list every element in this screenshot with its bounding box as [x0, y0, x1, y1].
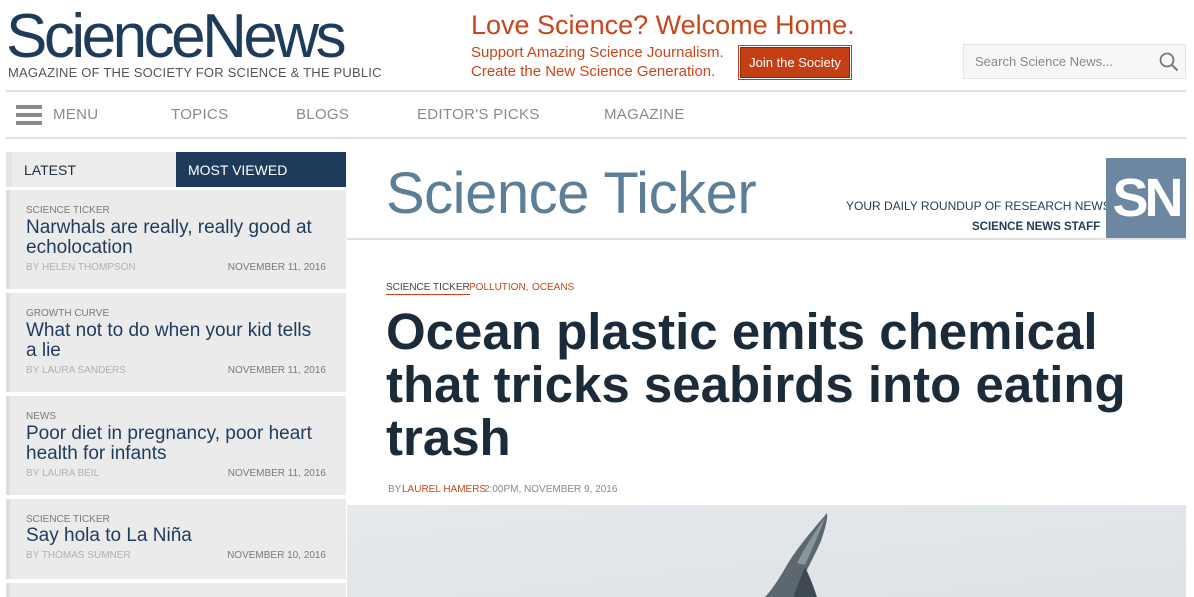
card-accent — [6, 583, 10, 597]
list-item[interactable] — [6, 583, 346, 597]
card-headline[interactable]: Say hola to La Niña — [26, 526, 326, 546]
section-staff-link[interactable]: SCIENCE NEWS STAFF — [972, 221, 1100, 233]
card-accent — [6, 190, 10, 289]
list-item[interactable]: NEWS Poor diet in pregnancy, poor heart … — [6, 396, 346, 495]
site-logo[interactable]: ScienceNews — [6, 4, 347, 70]
section-title[interactable]: Science Ticker — [386, 160, 757, 227]
header-divider — [6, 90, 1186, 92]
card-headline[interactable]: Narwhals are really, really good at echo… — [26, 218, 326, 258]
card-accent — [6, 396, 10, 495]
article-timestamp: 2:00PM, NOVEMBER 9, 2016 — [484, 484, 618, 495]
hamburger-menu-icon[interactable] — [16, 105, 42, 125]
list-item[interactable]: GROWTH CURVE What not to do when your ki… — [6, 293, 346, 392]
nav-divider — [6, 137, 1186, 139]
nav-magazine[interactable]: MAGAZINE — [604, 106, 685, 123]
tab-latest[interactable]: LATEST — [6, 152, 176, 187]
tag-pollution[interactable]: POLLUTION, — [469, 282, 528, 293]
card-headline[interactable]: Poor diet in pregnancy, poor heart healt… — [26, 424, 326, 464]
search-placeholder: Search Science News... — [975, 54, 1114, 69]
card-date: NOVEMBER 10, 2016 — [227, 550, 326, 561]
card-accent — [6, 293, 10, 392]
card-byline[interactable]: BY LAURA SANDERS — [26, 365, 126, 376]
author-link[interactable]: LAUREL HAMERS — [402, 484, 486, 495]
sn-logo-badge: SN — [1106, 158, 1186, 238]
nav-menu[interactable]: MENU — [53, 106, 98, 123]
seabird-wing-graphic — [347, 505, 1186, 597]
join-society-button[interactable]: Join the Society — [738, 45, 852, 80]
list-item[interactable]: SCIENCE TICKER Narwhals are really, real… — [6, 190, 346, 289]
card-kicker[interactable]: GROWTH CURVE — [26, 308, 109, 319]
section-divider — [347, 238, 1186, 240]
search-icon[interactable] — [1159, 52, 1179, 72]
card-headline[interactable]: What not to do when your kid tells a lie — [26, 321, 326, 361]
card-byline[interactable]: BY HELEN THOMPSON — [26, 262, 136, 273]
tab-most-viewed[interactable]: MOST VIEWED — [176, 152, 346, 187]
card-kicker[interactable]: NEWS — [26, 411, 56, 422]
nav-editors-picks[interactable]: EDITOR'S PICKS — [417, 106, 540, 123]
tag-science-ticker[interactable]: SCIENCE TICKER — [386, 282, 470, 295]
nav-topics[interactable]: TOPICS — [171, 106, 228, 123]
hero-image — [347, 505, 1186, 597]
section-tagline: YOUR DAILY ROUNDUP OF RESEARCH NEWS — [846, 199, 1111, 213]
card-date: NOVEMBER 11, 2016 — [227, 365, 326, 376]
promo-line-1: Support Amazing Science Journalism. — [471, 44, 724, 61]
card-date: NOVEMBER 11, 2016 — [227, 468, 326, 479]
promo-title[interactable]: Love Science? Welcome Home. — [471, 10, 855, 41]
card-kicker[interactable]: SCIENCE TICKER — [26, 205, 110, 216]
byline-prefix: BY — [388, 484, 402, 495]
card-byline[interactable]: BY THOMAS SUMNER — [26, 550, 131, 561]
card-byline[interactable]: BY LAURA BEIL — [26, 468, 99, 479]
promo-line-2: Create the New Science Generation. — [471, 63, 716, 80]
card-accent — [6, 499, 10, 579]
article-title: Ocean plastic emits chemical that tricks… — [386, 303, 1126, 466]
list-item[interactable]: SCIENCE TICKER Say hola to La Niña BY TH… — [6, 499, 346, 579]
site-tagline: MAGAZINE OF THE SOCIETY FOR SCIENCE & TH… — [8, 65, 382, 80]
nav-blogs[interactable]: BLOGS — [296, 106, 349, 123]
card-date: NOVEMBER 11, 2016 — [227, 262, 326, 273]
tag-oceans[interactable]: OCEANS — [532, 282, 574, 293]
card-kicker[interactable]: SCIENCE TICKER — [26, 514, 110, 525]
